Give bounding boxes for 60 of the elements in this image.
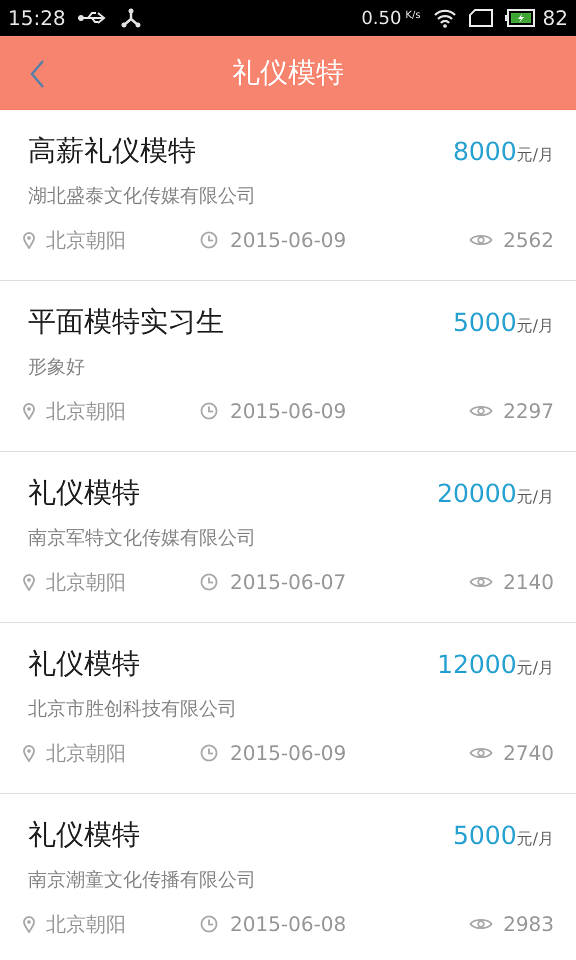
location: 北京朝阳 <box>46 740 127 766</box>
job-card[interactable]: 高薪礼仪模特 8000元/月 湖北盛泰文化传媒有限公司 北京朝阳 2015-06-09 2562 <box>0 110 576 281</box>
salary: 20000 <box>437 478 517 510</box>
clock-icon <box>200 230 218 248</box>
clock-icon <box>200 572 218 590</box>
job-title: 礼仪模特 <box>28 817 140 853</box>
battery-level: 82 <box>542 5 568 32</box>
clock-icon <box>200 402 218 420</box>
clock-icon <box>200 914 218 932</box>
post-date: 2015-06-07 <box>230 568 346 596</box>
company-name: 南京潮童文化传播有限公司 <box>28 869 256 891</box>
status-time: 15:28 <box>8 5 66 32</box>
location: 北京朝阳 <box>46 398 127 424</box>
usb-icon <box>78 10 108 26</box>
salary: 8000 <box>452 136 517 168</box>
post-date: 2015-06-08 <box>230 910 346 938</box>
post-date: 2015-06-09 <box>230 740 346 766</box>
location: 北京朝阳 <box>46 568 127 596</box>
salary: 5000 <box>452 820 517 852</box>
job-title: 平面模特实习生 <box>28 304 224 340</box>
job-card[interactable]: 礼仪模特 5000元/月 南京潮童文化传播有限公司 北京朝阳 2015-06-08 2983 <box>0 794 576 960</box>
location-pin-icon <box>22 744 36 762</box>
network-speed: 0.50 <box>361 6 402 30</box>
sim-icon <box>468 9 493 27</box>
job-card[interactable]: 礼仪模特 20000元/月 南京军特文化传媒有限公司 北京朝阳 2015-06-07 2140 <box>0 452 576 623</box>
company-name: 形象好 <box>28 356 85 378</box>
post-date: 2015-06-09 <box>230 226 346 254</box>
salary-unit: 元/月 <box>516 144 554 166</box>
view-count: 2983 <box>503 910 554 938</box>
post-date: 2015-06-09 <box>230 398 346 424</box>
job-title: 礼仪模特 <box>28 475 140 511</box>
location: 北京朝阳 <box>46 226 127 254</box>
battery-icon <box>504 9 535 27</box>
salary-unit: 元/月 <box>516 315 554 337</box>
salary: 5000 <box>452 307 517 339</box>
wifi-icon <box>432 8 457 28</box>
clock-icon <box>200 744 218 762</box>
job-card[interactable]: 礼仪模特 12000元/月 北京市胜创科技有限公司 北京朝阳 2015-06-09 2740 <box>0 623 576 794</box>
view-count: 2562 <box>503 226 554 254</box>
salary-unit: 元/月 <box>516 657 554 679</box>
view-count: 2140 <box>503 568 554 596</box>
location-pin-icon <box>22 572 36 590</box>
view-count: 2740 <box>503 740 554 766</box>
job-title: 高薪礼仪模特 <box>28 133 196 169</box>
salary-unit: 元/月 <box>516 828 554 850</box>
share-icon <box>120 8 142 28</box>
company-name: 北京市胜创科技有限公司 <box>28 698 237 720</box>
company-name: 湖北盛泰文化传媒有限公司 <box>28 185 256 207</box>
location-pin-icon <box>22 402 36 420</box>
location: 北京朝阳 <box>46 910 127 938</box>
job-title: 礼仪模特 <box>28 646 140 682</box>
page-title: 礼仪模特 <box>232 55 344 91</box>
company-name: 南京军特文化传媒有限公司 <box>28 527 256 549</box>
salary-unit: 元/月 <box>516 486 554 508</box>
job-card[interactable]: 平面模特实习生 5000元/月 形象好 北京朝阳 2015-06-09 2297 <box>0 281 576 452</box>
view-count: 2297 <box>503 398 554 424</box>
location-pin-icon <box>22 914 36 932</box>
salary: 12000 <box>437 649 517 681</box>
speed-unit: K/s <box>405 9 421 23</box>
location-pin-icon <box>22 230 36 248</box>
